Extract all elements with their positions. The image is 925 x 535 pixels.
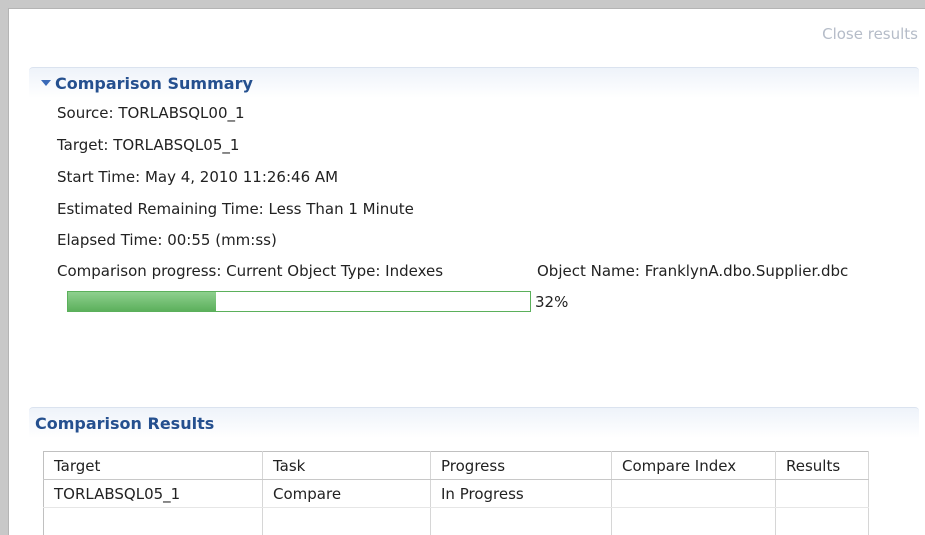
collapse-triangle-icon[interactable] <box>41 80 51 86</box>
close-results-link[interactable]: Close results <box>822 25 918 43</box>
progress-bar <box>67 291 531 312</box>
object-name-label: Object Name: FranklynA.dbo.Supplier.dbc <box>537 262 848 280</box>
comparison-summary-header[interactable]: Comparison Summary <box>29 67 919 98</box>
cell-target: TORLABSQL05_1 <box>44 480 263 508</box>
table-row-empty <box>44 508 869 535</box>
remaining-time-label: Estimated Remaining Time: Less Than 1 Mi… <box>57 200 414 218</box>
target-label: Target: TORLABSQL05_1 <box>57 136 239 154</box>
column-header-target[interactable]: Target <box>44 452 263 480</box>
cell-empty <box>431 508 612 535</box>
cell-results <box>776 480 869 508</box>
cell-empty <box>44 508 263 535</box>
elapsed-time-label: Elapsed Time: 00:55 (mm:ss) <box>57 231 277 249</box>
comparison-results-header: Comparison Results <box>29 407 919 438</box>
cell-empty <box>776 508 869 535</box>
source-label: Source: TORLABSQL00_1 <box>57 104 245 122</box>
cell-task: Compare <box>263 480 431 508</box>
cell-empty <box>263 508 431 535</box>
results-window: Close results Comparison Summary Source:… <box>8 8 925 535</box>
progress-bar-fill <box>68 292 216 311</box>
column-header-results[interactable]: Results <box>776 452 869 480</box>
results-table: Target Task Progress Compare Index Resul… <box>43 451 869 535</box>
progress-row: 32% <box>67 291 568 312</box>
column-header-compare-index[interactable]: Compare Index <box>612 452 776 480</box>
progress-percent: 32% <box>535 293 568 311</box>
cell-empty <box>612 508 776 535</box>
start-time-label: Start Time: May 4, 2010 11:26:46 AM <box>57 168 338 186</box>
column-header-task[interactable]: Task <box>263 452 431 480</box>
comparison-results-title: Comparison Results <box>35 414 214 433</box>
column-header-progress[interactable]: Progress <box>431 452 612 480</box>
table-row[interactable]: TORLABSQL05_1 Compare In Progress <box>44 480 869 508</box>
comparison-progress-label: Comparison progress: Current Object Type… <box>57 262 443 280</box>
table-header-row: Target Task Progress Compare Index Resul… <box>44 452 869 480</box>
cell-progress: In Progress <box>431 480 612 508</box>
comparison-summary-title: Comparison Summary <box>55 74 253 93</box>
cell-compare-index <box>612 480 776 508</box>
